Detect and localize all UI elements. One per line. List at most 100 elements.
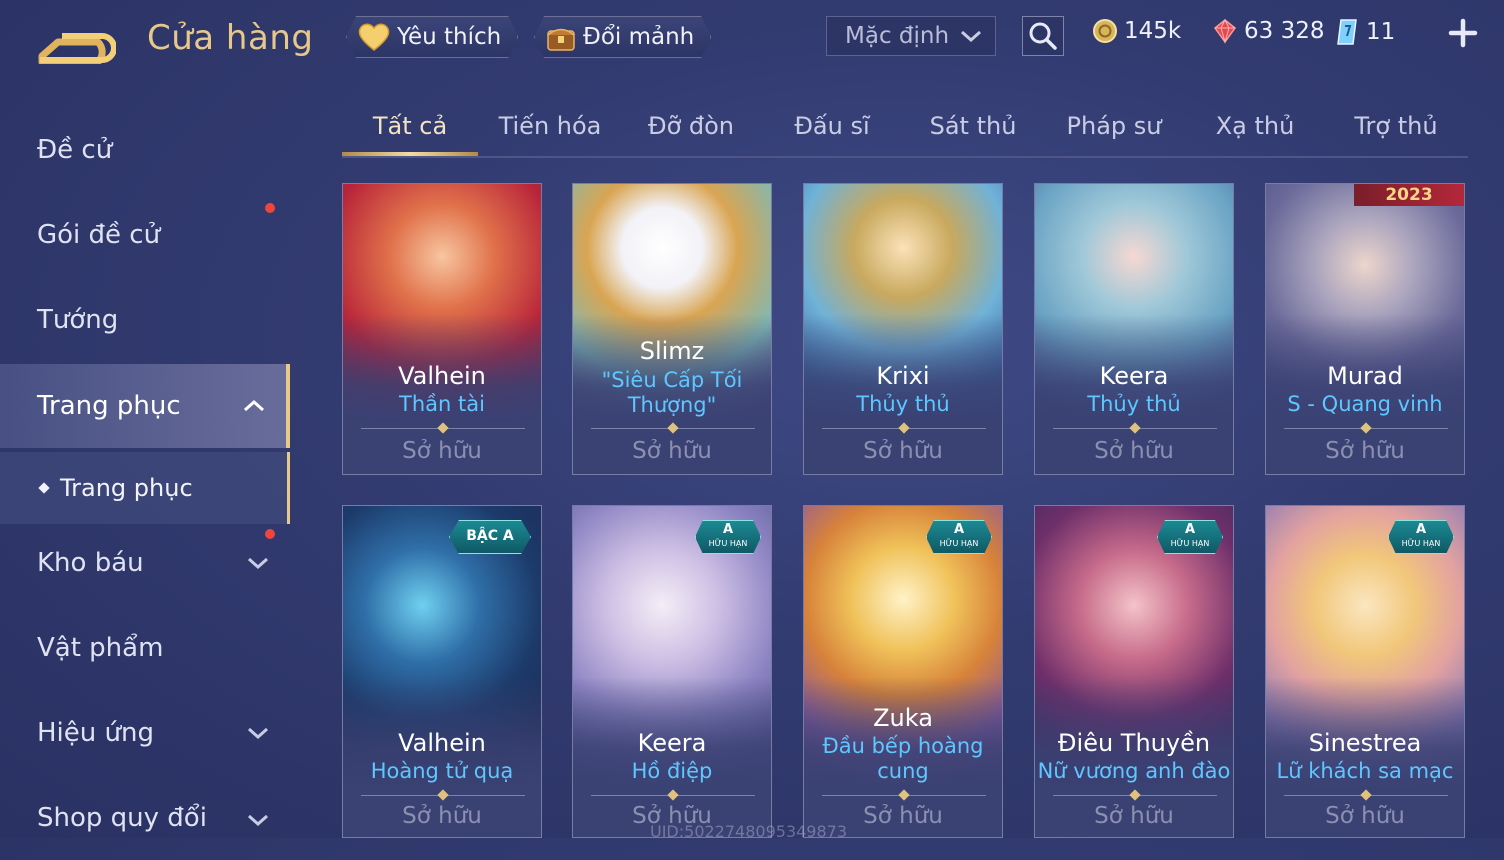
- limited-badge: A HỮU HẠN: [926, 520, 992, 554]
- coin-balance: 145k: [1092, 18, 1181, 44]
- limited-badge: A HỮU HẠN: [695, 520, 761, 554]
- active-tab-indicator: [342, 152, 478, 156]
- skin-name: Thủy thủ: [1087, 392, 1181, 416]
- badge-tier: A: [1184, 522, 1196, 537]
- gem-balance: 63 328: [1212, 18, 1324, 44]
- skin-card[interactable]: A HỮU HẠN Điêu Thuyền Nữ vương anh đào S…: [1034, 505, 1234, 838]
- skin-name: Hồ điệp: [631, 759, 713, 783]
- badge-label: HỮU HẠN: [708, 539, 748, 548]
- hero-name: Điêu Thuyền: [1057, 729, 1211, 757]
- skin-name: S - Quang vinh: [1287, 392, 1443, 416]
- skin-card[interactable]: Keera Thủy thủ Sở hữu: [1034, 183, 1234, 475]
- favorites-button[interactable]: Yêu thích: [346, 16, 518, 58]
- treasure-chest-icon: [545, 22, 577, 52]
- sidebar-item-skins[interactable]: Trang phục: [0, 364, 290, 448]
- hero-name: Zuka: [873, 704, 933, 732]
- badge-tier: A: [1415, 522, 1427, 537]
- sidebar-item-featured[interactable]: Đề cử: [0, 108, 290, 192]
- owned-status: Sở hữu: [1094, 803, 1174, 829]
- owned-status: Sở hữu: [632, 438, 712, 464]
- skin-card[interactable]: A HỮU HẠN Keera Hồ điệp Sở hữu: [572, 505, 772, 838]
- skin-card[interactable]: A HỮU HẠN Zuka Đầu bếp hoàng cung Sở hữu: [803, 505, 1003, 838]
- limited-badge: A HỮU HẠN: [1157, 520, 1223, 554]
- tab-fighter[interactable]: Đấu sĩ: [764, 112, 900, 140]
- tab-tank[interactable]: Đỡ đòn: [623, 112, 759, 140]
- hero-name: Valhein: [398, 362, 486, 390]
- skin-card[interactable]: A HỮU HẠN Sinestrea Lữ khách sa mạc Sở h…: [1265, 505, 1465, 838]
- notification-dot: [265, 203, 275, 213]
- tab-assassin[interactable]: Sát thủ: [905, 112, 1041, 140]
- sidebar-item-featured-packs[interactable]: Gói đề cử: [0, 193, 290, 277]
- chevron-up-icon: [244, 399, 264, 412]
- hero-name: Slimz: [639, 337, 705, 365]
- heart-icon: [357, 22, 391, 52]
- skin-name: Thủy thủ: [856, 392, 950, 416]
- sidebar-item-items[interactable]: Vật phẩm: [0, 606, 290, 690]
- role-filter-tabs: Tất cả Tiến hóa Đỡ đòn Đấu sĩ Sát thủ Ph…: [342, 104, 1468, 158]
- skin-name: Nữ vương anh đào: [1037, 759, 1231, 783]
- skin-card[interactable]: Slimz "Siêu Cấp Tối Thượng" Sở hữu: [572, 183, 772, 475]
- exchange-fragments-button[interactable]: Đổi mảnh: [534, 16, 711, 58]
- back-button[interactable]: [36, 20, 117, 66]
- sidebar-item-effects[interactable]: Hiệu ứng: [0, 691, 290, 775]
- tab-all[interactable]: Tất cả: [342, 112, 478, 140]
- red-gem-icon: [1213, 18, 1237, 44]
- search-icon: [1029, 22, 1057, 50]
- sidebar-item-label: Kho báu: [37, 548, 144, 578]
- voucher-amount: 11: [1366, 19, 1396, 45]
- badge-tier: A: [953, 522, 965, 537]
- exchange-label: Đổi mảnh: [583, 24, 695, 50]
- skin-card[interactable]: BẬC A Valhein Hoàng tử quạ Sở hữu: [342, 505, 542, 838]
- chevron-down-icon: [248, 727, 268, 740]
- search-button[interactable]: [1022, 16, 1064, 56]
- skin-card[interactable]: Valhein Thần tài Sở hữu: [342, 183, 542, 475]
- voucher-balance: 11: [1334, 18, 1395, 46]
- diamond-bullet-icon: [38, 482, 50, 494]
- sidebar-item-label: Đề cử: [37, 135, 113, 165]
- badge-tier: A: [722, 522, 734, 537]
- tab-marksman[interactable]: Xạ thủ: [1187, 112, 1323, 140]
- skin-card[interactable]: 2023 Murad S - Quang vinh Sở hữu: [1265, 183, 1465, 475]
- badge-label: HỮU HẠN: [1170, 539, 1210, 548]
- sidebar-item-label: Gói đề cử: [37, 220, 161, 250]
- top-bar: Cửa hàng Yêu thích Đổi mảnh Mặc định 145…: [0, 0, 1504, 84]
- add-currency-button[interactable]: [1446, 16, 1480, 50]
- sort-dropdown[interactable]: Mặc định: [826, 16, 996, 56]
- sidebar-item-label: Trang phục: [37, 391, 181, 421]
- sidebar-item-heroes[interactable]: Tướng: [0, 278, 290, 362]
- skin-name: "Siêu Cấp Tối Thượng": [601, 368, 743, 417]
- sidebar-subitem-skins[interactable]: Trang phục: [0, 452, 290, 524]
- skin-name: Đầu bếp hoàng cung: [822, 734, 984, 783]
- sidebar-subitem-label: Trang phục: [60, 474, 193, 502]
- hero-name: Keera: [1099, 362, 1169, 390]
- sidebar-item-label: Tướng: [37, 305, 119, 335]
- plus-icon: [1448, 18, 1478, 48]
- gold-coin-icon: [1093, 19, 1117, 43]
- owned-status: Sở hữu: [402, 803, 482, 829]
- sidebar-item-exchange-shop[interactable]: Shop quy đổi: [0, 776, 290, 860]
- sidebar-item-treasure[interactable]: Kho báu: [0, 521, 290, 605]
- chevron-down-icon: [248, 557, 268, 570]
- hero-name: Krixi: [876, 362, 930, 390]
- back-arrow-icon: [38, 33, 117, 66]
- badge-label: HỮU HẠN: [1401, 539, 1441, 548]
- owned-status: Sở hữu: [1325, 438, 1405, 464]
- sidebar-item-label: Vật phẩm: [37, 633, 164, 663]
- page-title: Cửa hàng: [147, 18, 314, 58]
- limited-badge: A HỮU HẠN: [1388, 520, 1454, 554]
- skin-card[interactable]: Krixi Thủy thủ Sở hữu: [803, 183, 1003, 475]
- coin-amount: 145k: [1124, 18, 1182, 44]
- tab-mage[interactable]: Pháp sư: [1046, 112, 1182, 140]
- owned-status: Sở hữu: [863, 438, 943, 464]
- voucher-card-icon: [1337, 19, 1357, 45]
- gem-amount: 63 328: [1244, 18, 1325, 44]
- category-sidebar: Đề cử Gói đề cử Tướng Trang phục Trang p…: [0, 100, 290, 838]
- sort-value: Mặc định: [845, 23, 950, 49]
- skin-name: Thần tài: [399, 392, 485, 416]
- favorites-label: Yêu thích: [397, 24, 502, 50]
- tab-support[interactable]: Trợ thủ: [1328, 112, 1464, 140]
- tab-evolution[interactable]: Tiến hóa: [482, 112, 618, 140]
- hero-name: Valhein: [398, 729, 486, 757]
- sidebar-item-label: Hiệu ứng: [37, 718, 154, 748]
- chevron-down-icon: [961, 30, 981, 43]
